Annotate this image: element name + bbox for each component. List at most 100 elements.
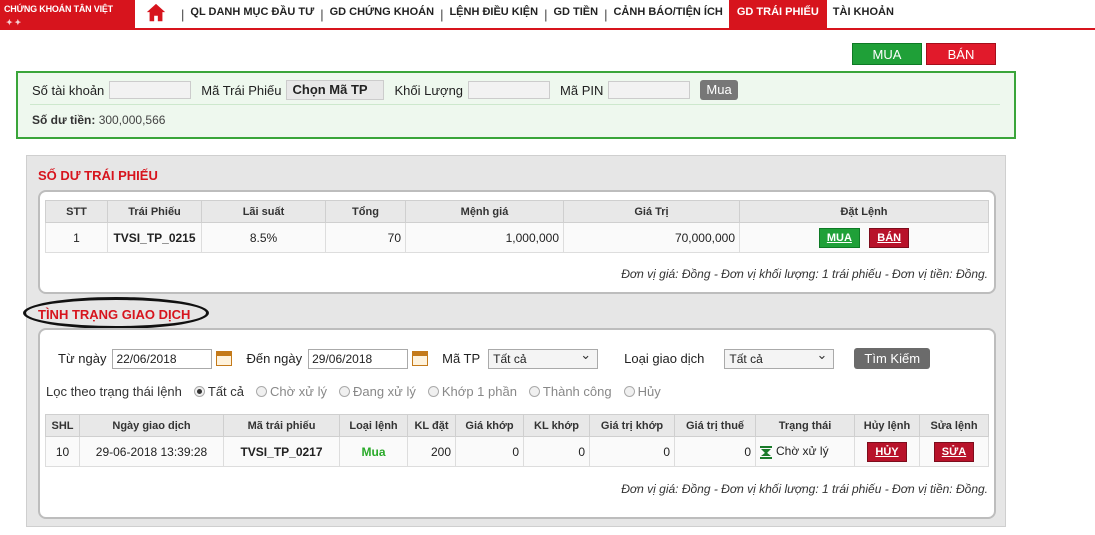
cell-qty: 200 [407, 436, 456, 467]
trade-status-title: TÌNH TRẠNG GIAO DỊCH [38, 307, 191, 322]
account-input[interactable] [109, 81, 192, 99]
bond-balance-table: STT Trái Phiếu Lãi suất Tổng Mệnh giá Gi… [45, 200, 989, 253]
radio-label: Hủy [637, 384, 661, 399]
column-header: Đặt Lệnh [739, 200, 989, 223]
row-buy-button[interactable]: MUA [818, 227, 860, 248]
column-header: Hủy lệnh [854, 414, 920, 437]
cell-rate: 8.5% [201, 222, 326, 253]
column-header: Giá trị thuế [674, 414, 756, 437]
radio-label: Đang xử lý [352, 384, 416, 399]
trade-status-table: SHL Ngày giao dịch Mã trái phiếu Loại lệ… [45, 414, 989, 467]
volume-input[interactable] [468, 81, 551, 99]
edit-order-button[interactable]: SỬA [933, 441, 975, 462]
main-menu: | QL DANH MỤC ĐẦU TƯ | GD CHỨNG KHOÁN | … [178, 0, 897, 28]
calendar-icon[interactable] [216, 351, 233, 366]
column-header: Giá Trị [563, 200, 740, 223]
filter-radio-partial[interactable]: Khớp 1 phần [427, 384, 517, 399]
bond-code-filter-select[interactable]: Tất cả [488, 346, 599, 369]
radio-icon [193, 386, 205, 397]
from-date-input[interactable]: 22/06/2018 [112, 348, 213, 369]
radio-icon [427, 386, 439, 397]
filter-radio-pending[interactable]: Chờ xử lý [256, 384, 327, 399]
row-sell-button[interactable]: BÁN [869, 227, 910, 248]
table-header-row: SHL Ngày giao dịch Mã trái phiếu Loại lệ… [45, 414, 989, 437]
menu-item-alerts[interactable]: CẢNH BÁO/TIỆN ÍCH [610, 0, 725, 28]
units-note: Đơn vị giá: Đồng - Đơn vị khối lượng: 1 … [621, 267, 988, 281]
cell-bond: TVSI_TP_0217 [223, 436, 340, 467]
column-header: Sửa lệnh [919, 414, 989, 437]
filter-radio-processing[interactable]: Đang xử lý [338, 384, 416, 399]
hourglass-icon [760, 445, 772, 459]
logo-decoration-icon: ✦ ✦ [6, 18, 22, 27]
column-header: Ngày giao dịch [79, 414, 224, 437]
sell-tab-button[interactable]: BÁN [926, 43, 996, 65]
column-header: Mệnh giá [405, 200, 564, 223]
cell-stt: 1 [45, 222, 108, 253]
order-form: Số tài khoản Mã Trái Phiếu Chọn Mã TP Kh… [16, 71, 1016, 139]
cash-balance-value: 300,000,566 [98, 113, 166, 127]
cell-status: Chờ xử lý [755, 436, 855, 467]
buy-tab-button[interactable]: MUA [852, 43, 922, 65]
column-header: Giá khớp [455, 414, 524, 437]
radio-label: Thành công [542, 384, 612, 399]
brand-logo[interactable]: CHỨNG KHOÁN TÂN VIỆT ✦ ✦ [0, 0, 135, 30]
account-label: Số tài khoản [32, 82, 105, 98]
column-header: STT [45, 200, 108, 223]
calendar-icon[interactable] [412, 351, 429, 366]
cell-order-type: Mua [339, 436, 408, 467]
menu-item-conditional-orders[interactable]: LỆNH ĐIỀU KIỆN [446, 0, 541, 28]
column-header: Tổng [325, 200, 406, 223]
menu-item-account[interactable]: TÀI KHOẢN [830, 0, 897, 28]
bond-code-filter-label: Mã TP [442, 351, 481, 366]
radio-icon [623, 386, 635, 397]
cell-match-value: 0 [589, 436, 675, 467]
search-button[interactable]: Tìm Kiếm [854, 348, 931, 369]
cell-actions: MUA BÁN [739, 222, 989, 253]
bond-code-label: Mã Trái Phiếu [201, 82, 282, 98]
status-text: Chờ xử lý [776, 444, 829, 459]
bond-code-select[interactable]: Chọn Mã TP [286, 80, 385, 100]
units-note: Đơn vị giá: Đồng - Đơn vị khối lượng: 1 … [621, 482, 988, 496]
filter-radio-cancelled[interactable]: Hủy [623, 384, 661, 399]
table-row: 1 TVSI_TP_0215 8.5% 70 1,000,000 70,000,… [45, 222, 989, 253]
menu-item-stock-trading[interactable]: GD CHỨNG KHOÁN [327, 0, 437, 28]
column-header: Trạng thái [755, 414, 855, 437]
cell-cancel: HỦY [854, 436, 920, 467]
radio-icon [528, 386, 540, 397]
cell-edit: SỬA [919, 436, 989, 467]
home-icon[interactable] [145, 2, 167, 24]
cell-shl: 10 [45, 436, 80, 467]
radio-icon [256, 386, 268, 397]
trade-type-label: Loại giao dịch [624, 351, 705, 366]
cell-face-value: 1,000,000 [405, 222, 564, 253]
submit-buy-button[interactable]: Mua [700, 80, 738, 100]
cell-bond: TVSI_TP_0215 [107, 222, 202, 253]
table-header-row: STT Trái Phiếu Lãi suất Tổng Mệnh giá Gi… [45, 200, 989, 223]
radio-label: Tất cả [207, 384, 245, 399]
menu-item-cash[interactable]: GD TIỀN [550, 0, 601, 28]
cell-total: 70 [325, 222, 406, 253]
filter-radio-all[interactable]: Tất cả [193, 384, 245, 399]
menu-item-bond-trading[interactable]: GD TRÁI PHIẾU [728, 0, 827, 28]
bond-balance-title: SỐ DƯ TRÁI PHIẾU [38, 168, 158, 183]
column-header: Giá trị khớp [589, 414, 675, 437]
cancel-order-button[interactable]: HỦY [867, 441, 907, 462]
pin-input[interactable] [608, 81, 691, 99]
table-row: 10 29-06-2018 13:39:28 TVSI_TP_0217 Mua … [45, 436, 989, 467]
bond-panel: SỐ DƯ TRÁI PHIẾU STT Trái Phiếu Lãi suất… [23, 155, 1006, 527]
to-date-input[interactable]: 29/06/2018 [308, 348, 409, 369]
menu-item-portfolio[interactable]: QL DANH MỤC ĐẦU TƯ [187, 0, 317, 28]
pin-label: Mã PIN [560, 82, 604, 98]
cell-date: 29-06-2018 13:39:28 [79, 436, 224, 467]
radio-icon [338, 386, 350, 397]
cell-value: 70,000,000 [563, 222, 740, 253]
top-navigation-bar: CHỨNG KHOÁN TÂN VIỆT ✦ ✦ | QL DANH MỤC Đ… [0, 0, 1095, 30]
trade-type-select[interactable]: Tất cả [724, 346, 835, 369]
status-filter-label: Lọc theo trạng thái lệnh [46, 384, 182, 399]
column-header: SHL [45, 414, 80, 437]
column-header: Mã trái phiếu [223, 414, 340, 437]
volume-label: Khối Lượng [394, 82, 464, 98]
cell-tax: 0 [674, 436, 756, 467]
filter-radio-success[interactable]: Thành công [528, 384, 612, 399]
cash-balance-label: Số dư tiền: [32, 113, 96, 127]
